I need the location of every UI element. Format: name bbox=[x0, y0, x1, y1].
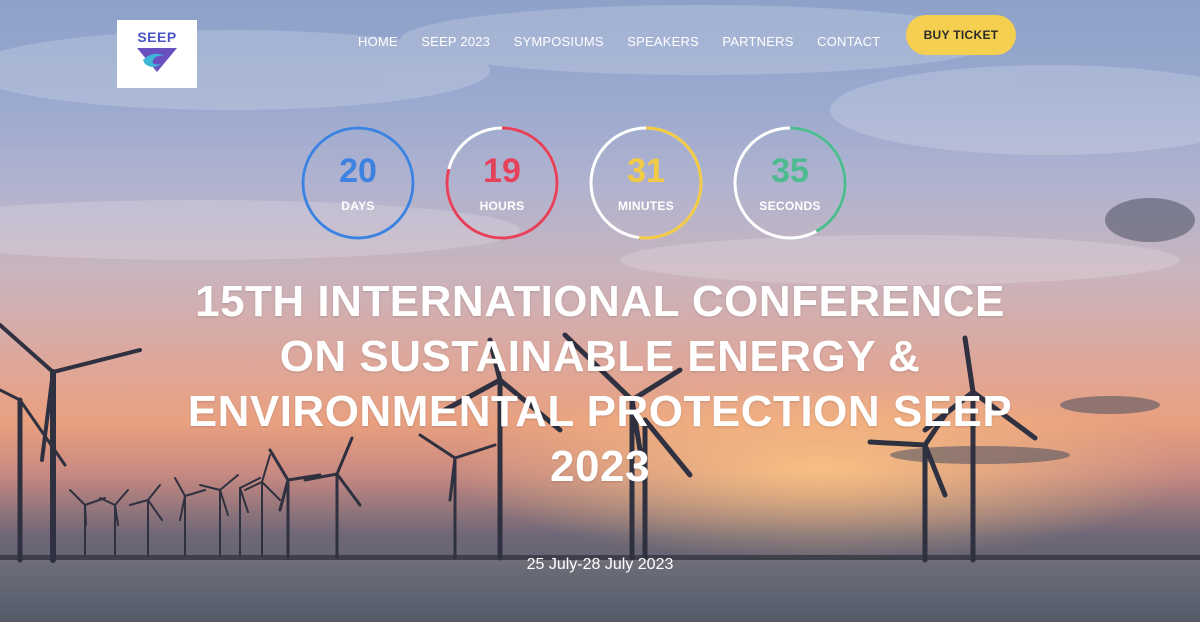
title-line-3: ENVIRONMENTAL PROTECTION SEEP bbox=[187, 387, 1013, 436]
days-label: DAYS bbox=[341, 199, 375, 213]
minutes-label: MINUTES bbox=[617, 199, 675, 213]
countdown-days: 20 DAYS bbox=[300, 125, 416, 241]
countdown-seconds: 35 SECONDS bbox=[732, 125, 848, 241]
nav-seep-2023[interactable]: SEEP 2023 bbox=[421, 34, 490, 49]
countdown-minutes: 31 MINUTES bbox=[588, 125, 704, 241]
buy-ticket-button[interactable]: BUY TICKET bbox=[906, 15, 1016, 55]
title-line-1: 15TH INTERNATIONAL CONFERENCE bbox=[195, 277, 1005, 326]
nav-partners[interactable]: PARTNERS bbox=[722, 34, 793, 49]
logo-text: SEEP bbox=[137, 29, 177, 45]
days-value: 20 bbox=[339, 152, 377, 190]
seconds-value: 35 bbox=[771, 152, 809, 190]
hours-label: HOURS bbox=[479, 199, 525, 213]
conference-title: 15TH INTERNATIONAL CONFERENCE ON SUSTAIN… bbox=[100, 274, 1100, 494]
wave-logo-icon bbox=[137, 48, 177, 72]
main-nav: HOME SEEP 2023 SYMPOSIUMS SPEAKERS PARTN… bbox=[358, 34, 904, 49]
nav-home[interactable]: HOME bbox=[358, 34, 398, 49]
title-line-2: ON SUSTAINABLE ENERGY & bbox=[279, 332, 921, 381]
title-line-4: 2023 bbox=[550, 442, 650, 491]
seep-logo[interactable]: SEEP bbox=[117, 20, 197, 88]
nav-symposiums[interactable]: SYMPOSIUMS bbox=[514, 34, 604, 49]
seconds-label: SECONDS bbox=[759, 199, 821, 213]
nav-speakers[interactable]: SPEAKERS bbox=[627, 34, 699, 49]
minutes-value: 31 bbox=[627, 152, 665, 190]
conference-dates: 25 July-28 July 2023 bbox=[526, 556, 674, 573]
countdown-hours: 19 HOURS bbox=[444, 125, 560, 241]
nav-contact[interactable]: CONTACT bbox=[817, 34, 880, 49]
hours-value: 19 bbox=[483, 152, 521, 190]
